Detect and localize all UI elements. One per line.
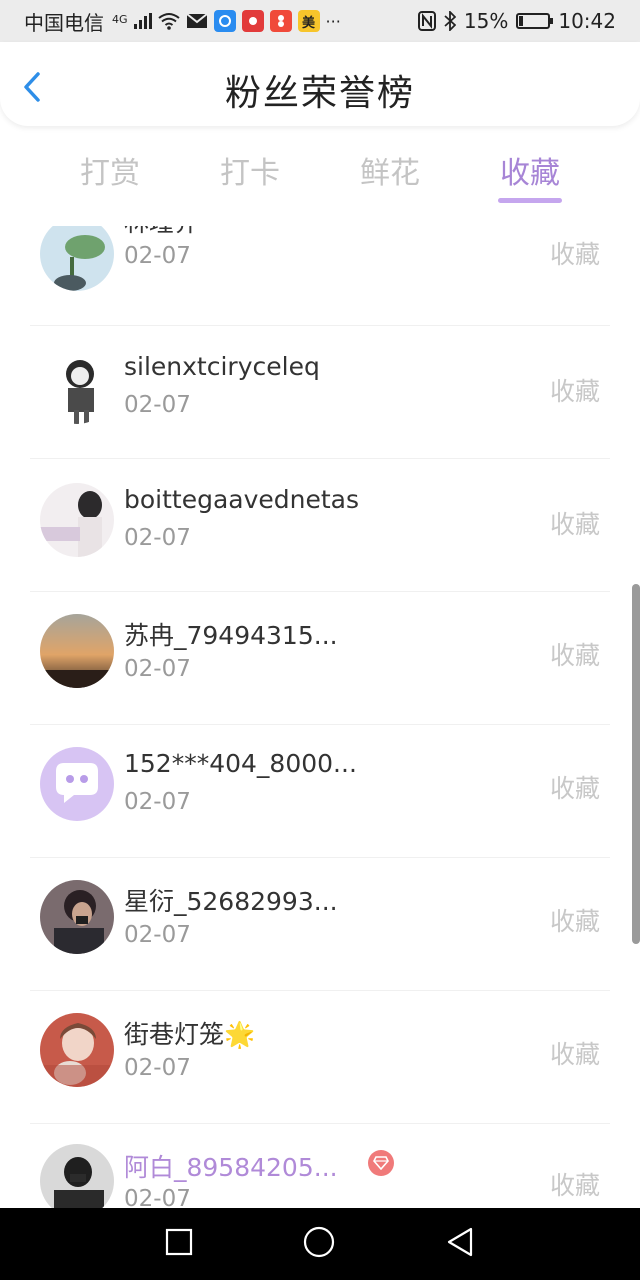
favorite-label: 收藏 bbox=[549, 907, 600, 936]
list-item[interactable]: silenxtciryceleq 02-07 收藏 bbox=[0, 326, 640, 459]
carrier-label: 中国电信 bbox=[24, 10, 104, 35]
back-nav-button[interactable] bbox=[445, 1226, 475, 1262]
signal-icon bbox=[133, 13, 152, 29]
triangle-back-icon bbox=[447, 1227, 473, 1257]
network-label: 4G bbox=[112, 12, 128, 26]
user-date: 02-07 bbox=[124, 243, 191, 269]
favorite-label: 收藏 bbox=[549, 377, 600, 406]
favorite-label: 收藏 bbox=[549, 641, 600, 670]
favorite-label: 收藏 bbox=[549, 240, 600, 269]
header-bar: 粉丝荣誉榜 bbox=[0, 42, 640, 126]
chat-bubble-icon bbox=[56, 763, 98, 803]
favorite-label: 收藏 bbox=[549, 774, 600, 803]
vip-badge bbox=[368, 1150, 394, 1176]
user-name: 152***404_8000... bbox=[124, 749, 357, 778]
clock: 10:42 bbox=[558, 9, 616, 33]
avatar[interactable] bbox=[40, 614, 114, 688]
list-item[interactable]: 阿白_89584205... 02-07 收藏 bbox=[0, 1124, 640, 1208]
battery-percent: 15% bbox=[463, 9, 509, 33]
user-date: 02-07 bbox=[124, 1186, 191, 1208]
square-icon bbox=[165, 1228, 193, 1256]
more-notifications: ··· bbox=[325, 11, 341, 31]
user-date: 02-07 bbox=[124, 789, 191, 815]
diamond-icon bbox=[373, 1156, 389, 1170]
user-name: silenxtciryceleq bbox=[124, 352, 320, 381]
list-item[interactable]: 星衍_52682993... 02-07 收藏 bbox=[0, 858, 640, 991]
browser-icon bbox=[213, 10, 236, 32]
user-name: 阿白_89584205... bbox=[124, 1153, 338, 1182]
recent-apps-button[interactable] bbox=[165, 1228, 193, 1260]
user-date: 02-07 bbox=[124, 1055, 191, 1081]
avatar[interactable] bbox=[40, 1144, 114, 1208]
status-left: 中国电信 4G 美 ··· bbox=[0, 7, 341, 36]
avatar[interactable] bbox=[40, 350, 114, 424]
mail-icon bbox=[185, 13, 208, 29]
nfc-icon bbox=[417, 11, 436, 31]
user-name: 林瑾乔 bbox=[124, 226, 199, 239]
circle-icon bbox=[303, 1226, 335, 1258]
status-bar: 中国电信 4G 美 ··· 15% 10:42 bbox=[0, 0, 640, 42]
list-item[interactable]: 苏冉_79494315... 02-07 收藏 bbox=[0, 592, 640, 725]
avatar[interactable] bbox=[40, 747, 114, 821]
battery-level bbox=[519, 16, 524, 26]
avatar[interactable] bbox=[40, 483, 114, 557]
fan-list[interactable]: 林瑾乔 02-07 收藏 silenxtciryceleq 02-07 收藏 b… bbox=[0, 226, 640, 1208]
page-title: 粉丝荣誉榜 bbox=[224, 73, 415, 114]
list-item[interactable]: boittegaavednetas 02-07 收藏 bbox=[0, 459, 640, 592]
avatar[interactable] bbox=[40, 226, 114, 291]
tab-bar: 打赏 打卡 鲜花 收藏 bbox=[0, 140, 640, 214]
battery-icon bbox=[516, 13, 554, 29]
wifi-icon bbox=[157, 12, 180, 30]
meituan-icon: 美 bbox=[297, 10, 320, 32]
bluetooth-icon bbox=[444, 11, 456, 31]
user-date: 02-07 bbox=[124, 922, 191, 948]
avatar[interactable] bbox=[40, 1013, 114, 1087]
tab-flowers[interactable]: 鲜花 bbox=[340, 148, 440, 192]
system-nav-bar bbox=[0, 1208, 640, 1280]
app-icon bbox=[269, 10, 292, 32]
user-date: 02-07 bbox=[124, 656, 191, 682]
tab-favorites[interactable]: 收藏 bbox=[480, 148, 580, 192]
status-right: 15% 10:42 bbox=[417, 9, 640, 33]
tab-underline bbox=[498, 198, 562, 203]
user-name: 星衍_52682993... bbox=[124, 887, 338, 916]
user-name: boittegaavednetas bbox=[124, 485, 360, 514]
scrollbar[interactable] bbox=[632, 584, 640, 944]
tab-tip[interactable]: 打赏 bbox=[60, 148, 160, 192]
user-name: 苏冉_79494315... bbox=[124, 621, 338, 650]
list-item[interactable]: 林瑾乔 02-07 收藏 bbox=[0, 226, 640, 326]
list-item[interactable]: 街巷灯笼🌟 02-07 收藏 bbox=[0, 991, 640, 1124]
favorite-label: 收藏 bbox=[549, 1040, 600, 1069]
favorite-label: 收藏 bbox=[549, 1171, 600, 1200]
avatar[interactable] bbox=[40, 880, 114, 954]
weibo-icon bbox=[241, 10, 264, 32]
tab-checkin[interactable]: 打卡 bbox=[200, 148, 300, 192]
user-date: 02-07 bbox=[124, 392, 191, 418]
user-name: 街巷灯笼🌟 bbox=[124, 1020, 256, 1049]
home-button[interactable] bbox=[303, 1226, 335, 1262]
favorite-label: 收藏 bbox=[549, 510, 600, 539]
list-item[interactable]: 152***404_8000... 02-07 收藏 bbox=[0, 725, 640, 858]
user-date: 02-07 bbox=[124, 525, 191, 551]
